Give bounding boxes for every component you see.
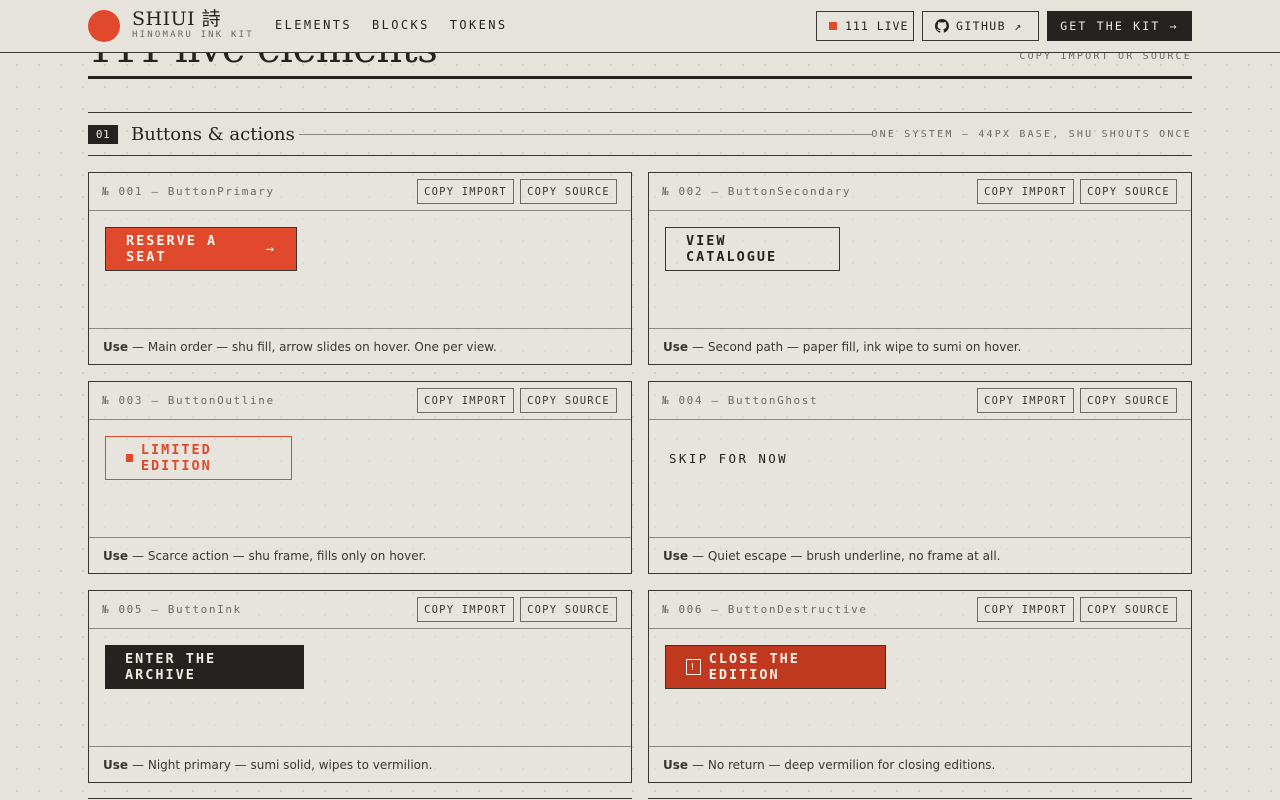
use-text: — Night primary — sumi solid, wipes to v… <box>132 757 433 772</box>
card-usage: Use — Night primary — sumi solid, wipes … <box>89 746 631 782</box>
use-label: Use <box>103 757 129 772</box>
section-header: 01 Buttons & actions ONE SYSTEM — 44PX B… <box>88 112 1192 156</box>
square-icon <box>126 454 133 462</box>
live-count-label: 111 LIVE <box>845 19 909 33</box>
button-destructive-demo[interactable]: ! CLOSE THE EDITION <box>665 645 886 689</box>
card-usage: Use — Scarce action — shu frame, fills o… <box>89 537 631 573</box>
section-title: Buttons & actions <box>131 124 295 145</box>
brand-name: SHIUI 詩 <box>132 8 222 30</box>
button-ink-demo[interactable]: ENTER THE ARCHIVE <box>105 645 304 689</box>
use-text: — No return — deep vermilion for closing… <box>692 757 996 772</box>
card-usage: Use — Second path — paper fill, ink wipe… <box>649 328 1191 364</box>
use-label: Use <box>103 339 129 354</box>
copy-source-button[interactable]: COPY SOURCE <box>520 179 617 204</box>
component-card-button-primary: № 001 — ButtonPrimary COPY IMPORT COPY S… <box>88 172 632 365</box>
copy-import-button[interactable]: COPY IMPORT <box>977 597 1074 622</box>
button-label: LIMITED EDITION <box>140 442 212 474</box>
copy-import-button[interactable]: COPY IMPORT <box>417 597 514 622</box>
card-usage: Use — Main order — shu fill, arrow slide… <box>89 328 631 364</box>
card-header: № 002 — ButtonSecondary COPY IMPORT COPY… <box>649 173 1191 211</box>
use-label: Use <box>103 548 129 563</box>
use-text: — Second path — paper fill, ink wipe to … <box>692 339 1022 354</box>
card-id: № 005 — ButtonInk <box>102 603 242 616</box>
brand[interactable]: SHIUI 詩 HINOMARU INK KIT <box>132 9 254 40</box>
copy-source-button[interactable]: COPY SOURCE <box>520 597 617 622</box>
section-number: 01 <box>88 125 118 144</box>
card-header: № 004 — ButtonGhost COPY IMPORT COPY SOU… <box>649 382 1191 420</box>
nav-tokens[interactable]: TOKENS <box>450 18 508 32</box>
use-text: — Main order — shu fill, arrow slides on… <box>132 339 497 354</box>
hinomaru-logo[interactable] <box>88 10 120 42</box>
component-card-button-ink: № 005 — ButtonInk COPY IMPORT COPY SOURC… <box>88 590 632 783</box>
copy-source-button[interactable]: COPY SOURCE <box>1080 597 1177 622</box>
nav-blocks[interactable]: BLOCKS <box>372 18 430 32</box>
card-id: № 001 — ButtonPrimary <box>102 185 275 198</box>
use-label: Use <box>663 548 689 563</box>
main-nav: ELEMENTS BLOCKS TOKENS <box>275 18 508 32</box>
top-bar: SHIUI 詩 HINOMARU INK KIT ELEMENTS BLOCKS… <box>0 0 1280 53</box>
brand-subtitle: HINOMARU INK KIT <box>132 30 254 40</box>
copy-import-button[interactable]: COPY IMPORT <box>977 388 1074 413</box>
card-header: № 003 — ButtonOutline COPY IMPORT COPY S… <box>89 382 631 420</box>
use-label: Use <box>663 757 689 772</box>
live-indicator-icon <box>829 22 837 30</box>
component-card-button-destructive: № 006 — ButtonDestructive COPY IMPORT CO… <box>648 590 1192 783</box>
section-note: ONE SYSTEM — 44PX BASE, SHU SHOUTS ONCE <box>871 129 1192 140</box>
button-secondary-demo[interactable]: VIEW CATALOGUE <box>665 227 840 271</box>
card-id: № 002 — ButtonSecondary <box>662 185 852 198</box>
github-button[interactable]: GITHUB ↗ <box>922 11 1039 41</box>
card-id: № 004 — ButtonGhost <box>662 394 819 407</box>
section-divider <box>299 134 872 135</box>
use-label: Use <box>663 339 689 354</box>
component-card-button-secondary: № 002 — ButtonSecondary COPY IMPORT COPY… <box>648 172 1192 365</box>
card-header: № 006 — ButtonDestructive COPY IMPORT CO… <box>649 591 1191 629</box>
button-label: VIEW CATALOGUE <box>686 233 778 265</box>
github-icon <box>935 19 949 33</box>
copy-source-button[interactable]: COPY SOURCE <box>1080 388 1177 413</box>
get-kit-button[interactable]: GET THE KIT → <box>1047 11 1192 41</box>
nav-elements[interactable]: ELEMENTS <box>275 18 352 32</box>
github-label: GITHUB ↗ <box>956 19 1023 33</box>
card-id: № 006 — ButtonDestructive <box>662 603 868 616</box>
button-ghost-demo[interactable]: SKIP FOR NOW <box>665 436 788 480</box>
card-header: № 001 — ButtonPrimary COPY IMPORT COPY S… <box>89 173 631 211</box>
card-usage: Use — No return — deep vermilion for clo… <box>649 746 1191 782</box>
copy-import-button[interactable]: COPY IMPORT <box>977 179 1074 204</box>
copy-import-button[interactable]: COPY IMPORT <box>417 388 514 413</box>
use-text: — Scarce action — shu frame, fills only … <box>132 548 427 563</box>
copy-import-button[interactable]: COPY IMPORT <box>417 179 514 204</box>
button-label: SKIP FOR NOW <box>669 450 789 466</box>
button-primary-demo[interactable]: RESERVE A SEAT → <box>105 227 297 271</box>
arrow-right-icon: → <box>265 241 276 257</box>
button-outline-demo[interactable]: LIMITED EDITION <box>105 436 292 480</box>
component-card-button-ghost: № 004 — ButtonGhost COPY IMPORT COPY SOU… <box>648 381 1192 574</box>
use-text: — Quiet escape — brush underline, no fra… <box>692 548 1001 563</box>
button-label: ENTER THE ARCHIVE <box>125 651 217 683</box>
copy-source-button[interactable]: COPY SOURCE <box>1080 179 1177 204</box>
card-header: № 005 — ButtonInk COPY IMPORT COPY SOURC… <box>89 591 631 629</box>
title-rule <box>88 76 1192 79</box>
live-count-button[interactable]: 111 LIVE <box>816 11 914 41</box>
card-usage: Use — Quiet escape — brush underline, no… <box>649 537 1191 573</box>
copy-source-button[interactable]: COPY SOURCE <box>520 388 617 413</box>
warning-icon: ! <box>686 659 701 675</box>
button-label: RESERVE A SEAT <box>126 233 218 265</box>
component-card-button-outline: № 003 — ButtonOutline COPY IMPORT COPY S… <box>88 381 632 574</box>
card-id: № 003 — ButtonOutline <box>102 394 275 407</box>
button-label: CLOSE THE EDITION <box>708 651 800 683</box>
